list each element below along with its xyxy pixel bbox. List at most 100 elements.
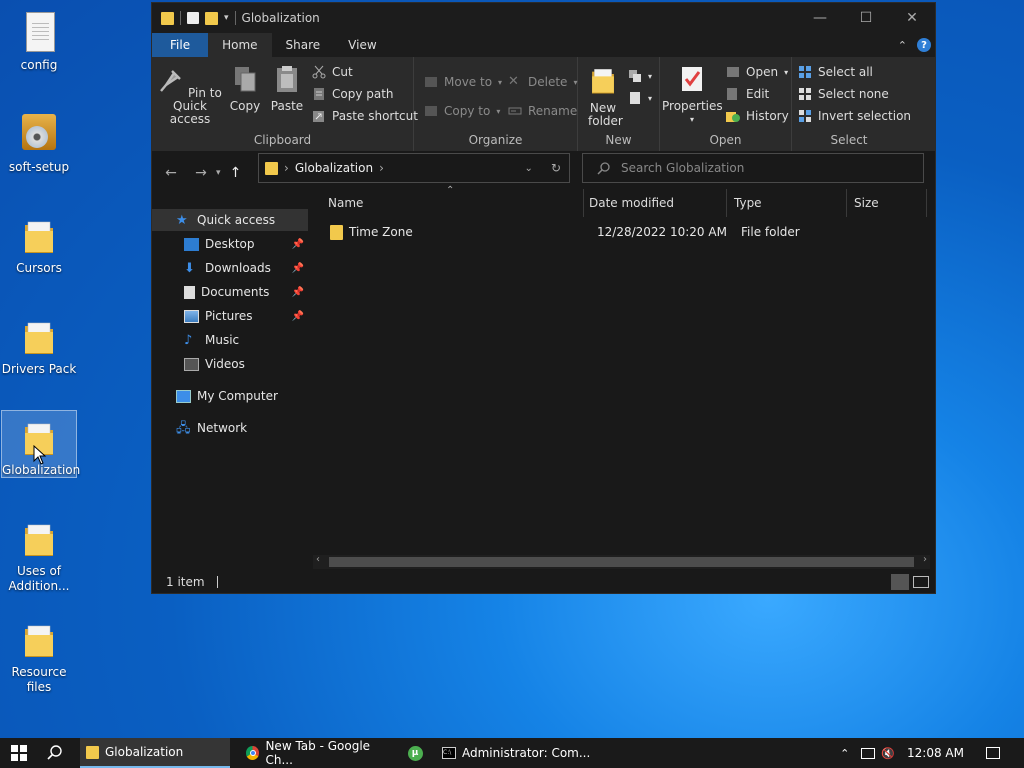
column-header-size[interactable]: Size xyxy=(847,189,927,217)
pinned-icon[interactable]: 📌 xyxy=(292,263,304,274)
search-icon[interactable] xyxy=(47,745,63,761)
nav-item-quick-access[interactable]: ★ Quick access xyxy=(152,209,308,231)
desktop-icon-soft-setup[interactable]: soft-setup xyxy=(1,104,77,178)
taskbar-item-torrent[interactable]: µ xyxy=(400,738,430,768)
column-header-name[interactable]: Name xyxy=(318,189,584,217)
desktop-icon-uses-of-addition[interactable]: Uses of Addition... xyxy=(1,508,77,593)
properties-button[interactable]: Properties ▾ xyxy=(662,65,723,126)
tab-share[interactable]: Share xyxy=(272,33,335,57)
edit-button[interactable]: Edit xyxy=(726,87,769,101)
scrollbar-thumb[interactable] xyxy=(329,557,914,567)
history-button[interactable]: History xyxy=(726,109,789,123)
file-row[interactable]: Time Zone 12/28/2022 10:20 AM File folde… xyxy=(330,221,930,243)
desktop-icon-label: Resource files xyxy=(11,665,67,694)
open-button[interactable]: Open ▾ xyxy=(726,65,788,79)
file-name: Time Zone xyxy=(349,225,413,239)
new-folder-button[interactable]: New folder xyxy=(584,67,623,128)
new-item-button[interactable]: ▾ xyxy=(628,69,652,83)
tab-home[interactable]: Home xyxy=(208,33,272,57)
desktop-icon-config[interactable]: config xyxy=(1,2,77,76)
show-hidden-icons-icon[interactable]: ⌃ xyxy=(840,747,849,760)
back-arrow-icon[interactable]: ← xyxy=(156,165,186,181)
desktop-icon-globalization[interactable]: Globalization xyxy=(1,410,80,478)
nav-item-network[interactable]: 🖧 Network xyxy=(152,417,308,439)
taskbar-item-command-prompt[interactable]: C:\ Administrator: Com... xyxy=(438,738,592,768)
taskbar-item-explorer[interactable]: Globalization xyxy=(80,738,230,768)
move-to-button[interactable]: Move to ▾ xyxy=(424,75,502,89)
search-box[interactable]: Search Globalization xyxy=(582,153,924,183)
new-folder-quick-icon[interactable] xyxy=(205,11,218,25)
invert-selection-button[interactable]: Invert selection xyxy=(798,109,911,123)
desktop-icon-drivers-pack[interactable]: Drivers Pack xyxy=(1,306,77,380)
refresh-icon[interactable]: ↻ xyxy=(551,161,561,175)
desktop-icon-cursors[interactable]: Cursors xyxy=(1,205,77,279)
folder-icon xyxy=(330,224,343,240)
history-icon xyxy=(726,112,740,122)
address-dropdown-icon[interactable]: ⌄ xyxy=(525,163,533,174)
forward-arrow-icon[interactable]: → xyxy=(186,165,216,181)
volume-muted-icon[interactable]: 🔇 xyxy=(881,747,895,760)
rename-icon xyxy=(508,107,522,115)
paste-button[interactable]: Paste xyxy=(268,65,306,113)
open-icon xyxy=(727,67,739,77)
copy-path-button[interactable]: Copy path xyxy=(312,87,394,101)
scroll-right-icon[interactable]: › xyxy=(923,554,927,565)
separator xyxy=(216,576,218,588)
nav-item-desktop[interactable]: Desktop 📌 xyxy=(152,233,308,255)
desktop-icon-resource-files[interactable]: Resource files xyxy=(1,609,77,694)
rename-button[interactable]: Rename xyxy=(508,104,577,118)
up-arrow-icon[interactable]: ↑ xyxy=(221,165,251,181)
ribbon-group-open: Properties ▾ Open ▾ Edit History Open xyxy=(660,57,792,151)
clipboard-paste-icon xyxy=(277,66,297,92)
file-date: 12/28/2022 10:20 AM xyxy=(597,225,727,239)
copy-to-button[interactable]: Copy to ▾ xyxy=(424,104,500,118)
delete-x-icon: ✕ xyxy=(508,74,519,89)
properties-quick-icon[interactable] xyxy=(187,12,199,24)
title-bar[interactable]: ▾ Globalization — ☐ ✕ xyxy=(152,3,935,33)
nav-item-my-computer[interactable]: My Computer xyxy=(152,385,308,407)
column-header-type[interactable]: Type xyxy=(727,189,847,217)
nav-item-videos[interactable]: Videos xyxy=(152,353,308,375)
nav-item-downloads[interactable]: ⬇ Downloads 📌 xyxy=(152,257,308,279)
select-all-button[interactable]: Select all xyxy=(798,65,873,79)
folder-icon xyxy=(161,11,174,25)
scroll-left-icon[interactable]: ‹ xyxy=(316,554,320,565)
nav-item-documents[interactable]: Documents 📌 xyxy=(152,281,308,303)
easy-access-button[interactable]: ▾ xyxy=(628,91,652,105)
column-header-date-modified[interactable]: Date modified xyxy=(581,189,727,217)
clock[interactable]: 12:08 AM xyxy=(907,746,964,760)
cut-button[interactable]: Cut xyxy=(312,65,353,79)
pinned-icon[interactable]: 📌 xyxy=(292,287,304,298)
nav-item-pictures[interactable]: Pictures 📌 xyxy=(152,305,308,327)
close-button[interactable]: ✕ xyxy=(889,3,935,33)
pinned-icon[interactable]: 📌 xyxy=(292,311,304,322)
details-view-icon[interactable] xyxy=(891,574,909,590)
help-icon[interactable]: ? xyxy=(917,38,931,52)
breadcrumb-globalization[interactable]: Globalization xyxy=(295,161,373,175)
ribbon-group-clipboard: Pin to Quick access Copy Paste Cut Copy … xyxy=(152,57,418,151)
address-bar[interactable]: › Globalization › ⌄ ↻ xyxy=(258,153,570,183)
tab-file[interactable]: File xyxy=(152,33,209,57)
customize-quick-access-icon[interactable]: ▾ xyxy=(224,13,229,23)
pinned-icon[interactable]: 📌 xyxy=(292,239,304,250)
new-item-icon xyxy=(629,70,641,82)
select-none-button[interactable]: Select none xyxy=(798,87,889,101)
nav-item-music[interactable]: ♪ Music xyxy=(152,329,308,351)
copy-button[interactable]: Copy xyxy=(228,65,262,113)
delete-button[interactable]: ✕ Delete ▾ xyxy=(508,74,577,90)
notifications-icon[interactable] xyxy=(986,747,1000,759)
paste-shortcut-button[interactable]: Paste shortcut xyxy=(312,109,418,123)
minimize-button[interactable]: — xyxy=(797,3,843,33)
large-icons-view-icon[interactable] xyxy=(913,576,929,588)
chrome-icon xyxy=(246,746,260,760)
network-status-icon[interactable] xyxy=(861,747,876,759)
horizontal-scrollbar[interactable]: ‹ › xyxy=(313,554,930,569)
maximize-button[interactable]: ☐ xyxy=(843,3,889,33)
status-bar: 1 item xyxy=(152,571,935,593)
windows-start-icon[interactable] xyxy=(11,745,27,761)
pin-to-quick-access-button[interactable]: Pin to Quick access xyxy=(156,65,224,126)
taskbar-item-chrome[interactable]: New Tab - Google Ch... xyxy=(240,738,396,768)
copy-icon xyxy=(235,67,256,92)
collapse-ribbon-icon[interactable]: ⌃ xyxy=(898,39,907,52)
tab-view[interactable]: View xyxy=(334,33,390,57)
